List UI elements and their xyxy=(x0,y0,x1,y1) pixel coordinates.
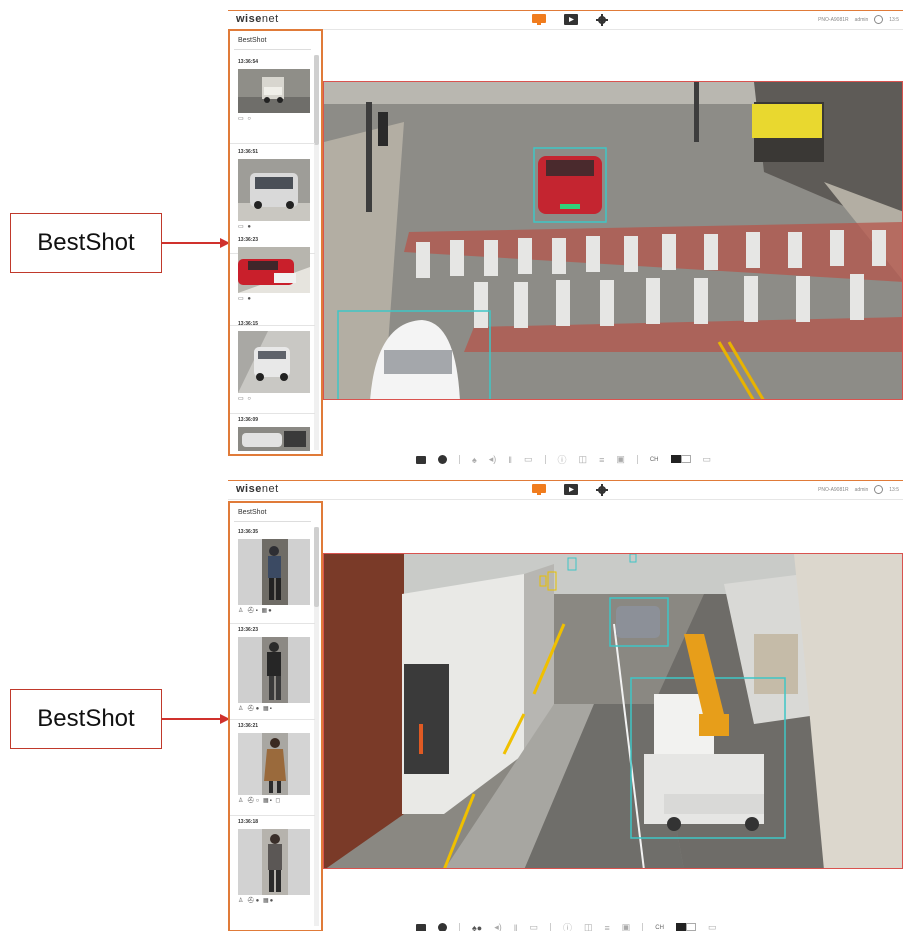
bestshot-thumbnail[interactable] xyxy=(238,427,310,451)
top-bar: wisenet PNO-A9081R admin 13:5 xyxy=(228,11,903,30)
mic-icon[interactable]: ǁ xyxy=(514,923,518,931)
entry-time: 13:36:54 xyxy=(238,59,259,65)
playback-icon[interactable] xyxy=(564,483,578,495)
callout-arrow xyxy=(162,242,222,244)
clock-icon xyxy=(874,485,884,494)
live-video[interactable] xyxy=(323,81,903,400)
attribute-icons: ♙ ⛑● ▦▪ xyxy=(238,706,273,712)
camera-viewer-screen: wisenet PNO-A9081R admin 13:5 BestShot 1… xyxy=(228,480,903,931)
bestshot-callout: BestShot xyxy=(10,689,162,749)
text-icon[interactable]: ≡ xyxy=(599,455,604,465)
entry-time: 13:36:23 xyxy=(238,237,259,243)
rotate-icon[interactable]: ◫ xyxy=(584,922,593,931)
rotate-icon[interactable]: ◫ xyxy=(579,454,588,465)
mic-icon[interactable]: ǁ xyxy=(508,455,512,465)
bestshot-entry[interactable]: 13:36:21 ♙ ⛑○ ▦▪ ◻ xyxy=(238,723,316,804)
camera-model: PNO-A9081R xyxy=(818,486,849,493)
bestshot-entry[interactable]: 13:36:15 ▭ ○ xyxy=(238,321,316,402)
time-readout: 13:5 xyxy=(889,486,899,493)
time-readout: 13:5 xyxy=(889,16,899,23)
attribute-icons: ▭ ● xyxy=(238,224,252,230)
record-icon[interactable] xyxy=(438,923,447,931)
bestshot-thumbnail[interactable] xyxy=(238,331,310,393)
camera-model: PNO-A9081R xyxy=(818,16,849,23)
region-icon[interactable]: ▭ xyxy=(524,454,533,465)
bestshot-entry[interactable]: 13:36:23 ♙ ⛑● ▦▪ xyxy=(238,627,316,712)
attribute-icons: ♙ ⛑● ▦● xyxy=(238,898,275,904)
attribute-icons: ▭ ● xyxy=(238,296,252,302)
camera-icon[interactable] xyxy=(416,455,426,464)
attribute-icons: ▭ ○ xyxy=(238,396,252,402)
entry-time: 13:36:35 xyxy=(238,529,259,535)
bestshot-entry[interactable]: 13:36:23 ▭ ● xyxy=(238,237,316,302)
bestshot-entry[interactable]: 13:36:09 xyxy=(238,417,316,451)
bestshot-callout: BestShot xyxy=(10,213,162,273)
info-icon[interactable]: ⓘ xyxy=(563,921,572,931)
fullscreen-icon[interactable]: ▭ xyxy=(703,454,712,465)
text-icon[interactable]: ≡ xyxy=(605,923,610,931)
entry-time: 13:36:15 xyxy=(238,321,259,327)
alarm-icon[interactable]: ♠● xyxy=(472,923,482,931)
attribute-icons: ♙ ⛑○ ▦▪ ◻ xyxy=(238,798,282,804)
video-toolbar: ♠ ◂) ǁ ▭ ⓘ ◫ ≡ ▣ CH ▭ xyxy=(416,453,711,466)
region-icon[interactable]: ▭ xyxy=(529,922,538,931)
bestshot-entry[interactable]: 13:36:35 ♙ ⛑▪ ▦● xyxy=(238,529,316,614)
panel-title: BestShot xyxy=(238,37,267,44)
panel-title: BestShot xyxy=(238,509,267,516)
info-icon[interactable]: ⓘ xyxy=(558,453,567,466)
entry-time: 13:36:51 xyxy=(238,149,259,155)
alarm-icon[interactable]: ♠ xyxy=(472,455,477,465)
camera-viewer-screen: wisenet PNO-A9081R admin 13:5 BestShot 1… xyxy=(228,10,903,470)
bestshot-panel: BestShot 13:36:35 ♙ ⛑▪ ▦● 13:36:23 ♙ ⛑● … xyxy=(228,501,323,931)
user-name[interactable]: admin xyxy=(855,17,869,23)
channel-icon[interactable] xyxy=(675,922,696,931)
bestshot-thumbnail[interactable] xyxy=(238,247,310,293)
gear-icon[interactable] xyxy=(596,483,610,496)
bestshot-panel: BestShot 13:36:54 ▭ ○ 13:36:51 ▭ ● 13:36… xyxy=(228,29,323,456)
callout-arrow xyxy=(162,718,222,720)
attribute-icons: ♙ ⛑▪ ▦● xyxy=(238,608,273,614)
bestshot-thumbnail[interactable] xyxy=(238,637,310,703)
attribute-icons: ▭ ○ xyxy=(238,116,252,122)
bestshot-thumbnail[interactable] xyxy=(238,159,310,221)
entry-time: 13:36:09 xyxy=(238,417,259,423)
record-icon[interactable] xyxy=(438,455,447,464)
bestshot-thumbnail[interactable] xyxy=(238,733,310,795)
overlay-icon[interactable]: ▣ xyxy=(616,454,625,465)
bestshot-thumbnail[interactable] xyxy=(238,539,310,605)
wisenet-logo: wisenet xyxy=(236,13,279,25)
entry-time: 13:36:23 xyxy=(238,627,259,633)
wisenet-logo: wisenet xyxy=(236,483,279,495)
user-name[interactable]: admin xyxy=(855,487,869,493)
bestshot-callout-label: BestShot xyxy=(37,229,135,256)
bestshot-entry[interactable]: 13:36:54 ▭ ○ xyxy=(238,59,316,122)
gear-icon[interactable] xyxy=(596,13,610,26)
entry-time: 13:36:18 xyxy=(238,819,259,825)
channel-label: CH xyxy=(649,456,659,463)
monitor-icon[interactable] xyxy=(532,483,546,495)
video-toolbar: ♠● ◂) ǁ ▭ ⓘ ◫ ≡ ▣ CH ▭ xyxy=(416,921,716,931)
bestshot-entry[interactable]: 13:36:18 ♙ ⛑● ▦● xyxy=(238,819,316,904)
entry-time: 13:36:21 xyxy=(238,723,259,729)
overlay-icon[interactable]: ▣ xyxy=(622,922,631,931)
live-video[interactable] xyxy=(323,553,903,869)
camera-icon[interactable] xyxy=(416,923,426,931)
channel-icon[interactable] xyxy=(670,454,691,465)
clock-icon xyxy=(874,15,884,24)
bestshot-thumbnail[interactable] xyxy=(238,69,310,113)
audio-icon[interactable]: ◂) xyxy=(494,922,502,931)
channel-label: CH xyxy=(655,924,664,931)
bestshot-callout-label: BestShot xyxy=(37,705,135,732)
playback-icon[interactable] xyxy=(564,13,578,25)
monitor-icon[interactable] xyxy=(532,13,546,25)
bestshot-entry[interactable]: 13:36:51 ▭ ● xyxy=(238,149,316,230)
fullscreen-icon[interactable]: ▭ xyxy=(708,922,717,931)
bestshot-thumbnail[interactable] xyxy=(238,829,310,895)
audio-icon[interactable]: ◂) xyxy=(489,454,497,465)
top-bar: wisenet PNO-A9081R admin 13:5 xyxy=(228,481,903,500)
